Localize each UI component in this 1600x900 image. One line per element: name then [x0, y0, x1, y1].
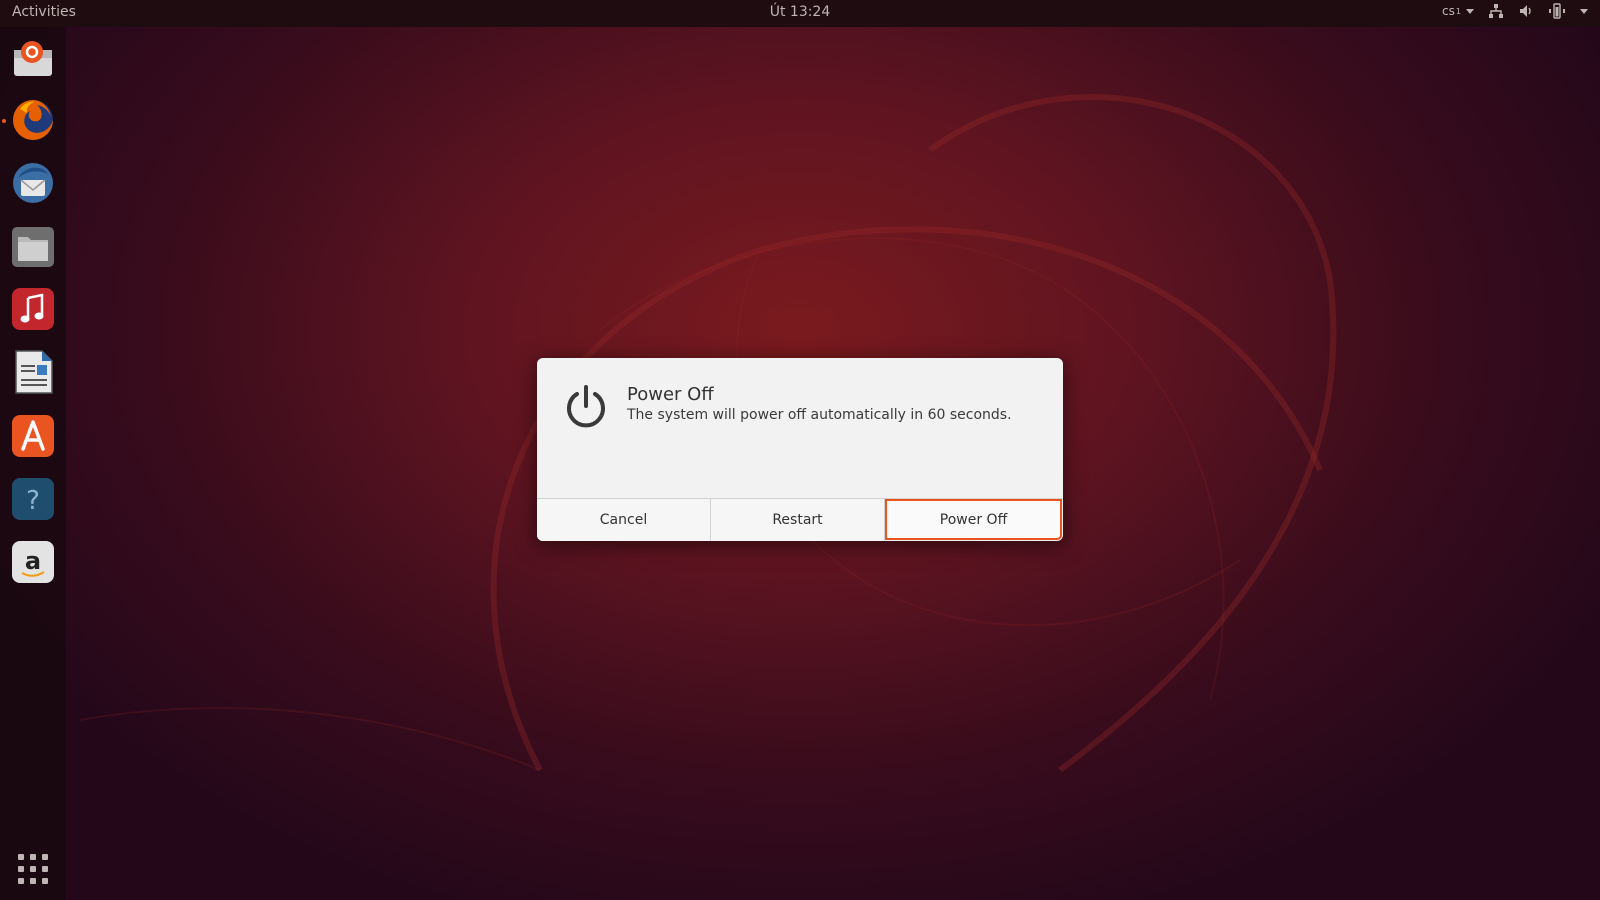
files-icon: [12, 227, 54, 267]
power-off-button[interactable]: Power Off: [885, 499, 1062, 540]
battery-icon[interactable]: [1548, 3, 1566, 19]
dock-item-rhythmbox[interactable]: [10, 286, 56, 332]
power-off-dialog: Power Off The system will power off auto…: [537, 358, 1063, 541]
amazon-icon: a: [12, 541, 54, 583]
dock-item-ubuntu-software-installer[interactable]: [10, 34, 56, 80]
firefox-icon: [13, 100, 53, 140]
top-bar: Activities Út 13:24 cs 1: [0, 0, 1600, 27]
running-indicator: [2, 119, 6, 123]
clock[interactable]: Út 13:24: [770, 4, 831, 20]
thunderbird-icon: [13, 163, 53, 203]
keyboard-layout-indicator[interactable]: cs 1: [1442, 4, 1474, 18]
software-center-icon: [12, 415, 54, 457]
system-tray: cs 1: [1442, 3, 1588, 19]
dialog-button-row: Cancel Restart Power Off: [537, 498, 1063, 541]
installer-icon: [14, 41, 52, 76]
dock-item-ubuntu-software[interactable]: [10, 413, 56, 459]
dialog-message: The system will power off automatically …: [627, 407, 1012, 423]
network-icon[interactable]: [1488, 3, 1504, 19]
keyboard-layout-label: cs: [1442, 4, 1455, 18]
cancel-button[interactable]: Cancel: [537, 499, 711, 541]
power-icon: [567, 385, 605, 428]
dock-item-help[interactable]: ?: [10, 476, 56, 522]
writer-icon: [15, 350, 53, 394]
restart-button[interactable]: Restart: [711, 499, 885, 541]
svg-text:?: ?: [26, 486, 40, 516]
dialog-title: Power Off: [627, 384, 714, 405]
activities-button[interactable]: Activities: [12, 4, 76, 20]
music-icon: [12, 288, 54, 330]
dock-item-amazon[interactable]: a: [10, 539, 56, 585]
chevron-down-icon: [1466, 8, 1474, 14]
show-applications-grid-icon[interactable]: [16, 852, 50, 886]
svg-text:a: a: [25, 547, 41, 575]
dock-item-firefox[interactable]: [10, 97, 56, 143]
dock-item-files[interactable]: [10, 223, 56, 269]
help-icon: ?: [12, 478, 54, 520]
volume-icon[interactable]: [1518, 3, 1534, 19]
dock-item-libreoffice-writer[interactable]: [10, 349, 56, 395]
keyboard-layout-sub: 1: [1455, 6, 1461, 16]
dock-item-thunderbird[interactable]: [10, 160, 56, 206]
dock: ? a: [0, 27, 66, 900]
system-menu-chevron-icon[interactable]: [1580, 8, 1588, 14]
